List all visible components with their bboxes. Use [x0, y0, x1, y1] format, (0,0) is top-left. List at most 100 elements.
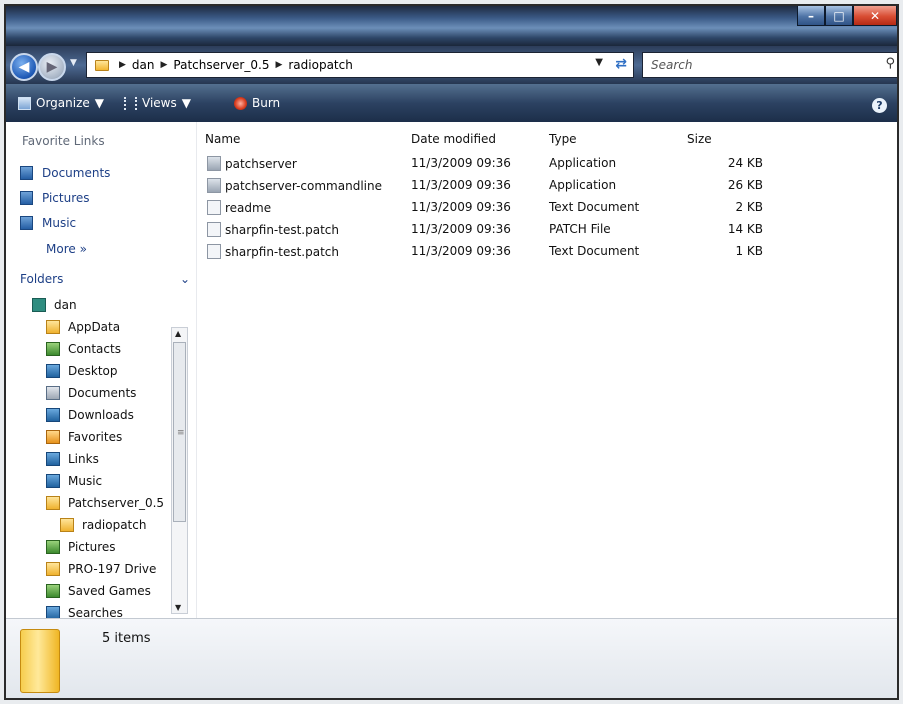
user-folder-icon — [32, 298, 46, 312]
file-name-cell: readme — [207, 200, 271, 215]
favorite-link-music[interactable]: Music — [20, 216, 76, 230]
tree-item-dan[interactable]: dan — [32, 298, 77, 312]
double-chevron-icon: » — [79, 242, 87, 256]
search-icon[interactable]: ⚲ — [885, 56, 895, 71]
refresh-icon[interactable]: ⇄ — [615, 56, 627, 72]
tree-label: Documents — [68, 386, 137, 400]
tree-item-favorites[interactable]: Favorites — [46, 430, 122, 444]
address-row: ◀ ▶ ▼ ▶ dan ▶ Patchserver_0.5 ▶ radiopat… — [6, 46, 897, 84]
file-name: readme — [225, 201, 272, 215]
favorite-link-label: Music — [42, 216, 77, 230]
tree-item-music[interactable]: Music — [46, 474, 102, 488]
tree-label: Favorites — [68, 430, 123, 444]
file-date: 11/3/2009 09:36 — [411, 178, 511, 192]
address-dropdown-icon[interactable]: ▼ — [595, 57, 603, 68]
document-icon — [207, 200, 221, 215]
tree-item-contacts[interactable]: Contacts — [46, 342, 121, 356]
views-button[interactable]: Views ▼ — [124, 96, 191, 110]
file-type: Application — [549, 178, 617, 192]
document-icon — [207, 244, 221, 259]
file-type: PATCH File — [549, 222, 611, 236]
burn-label: Burn — [252, 96, 281, 110]
file-name-cell: patchserver — [207, 156, 297, 171]
column-header-name[interactable]: Name — [205, 132, 240, 146]
breadcrumb-dan[interactable]: dan — [132, 58, 155, 72]
maximize-button[interactable]: □ — [825, 6, 853, 26]
column-header-date-modified[interactable]: Date modified — [411, 132, 496, 146]
item-count: 5 items — [102, 631, 151, 646]
tree-item-downloads[interactable]: Downloads — [46, 408, 134, 422]
organize-button[interactable]: Organize ▼ — [18, 96, 104, 110]
tree-label: Links — [68, 452, 99, 466]
pictures-icon — [46, 540, 60, 554]
pictures-icon — [20, 191, 33, 205]
tree-label: dan — [54, 298, 77, 312]
tree-item-patchserver[interactable]: Patchserver_0.5 — [46, 496, 170, 510]
favorite-link-documents[interactable]: Documents — [20, 166, 110, 180]
documents-icon — [20, 166, 33, 180]
file-row[interactable]: patchserver 11/3/2009 09:36 Application … — [197, 152, 797, 174]
tree-item-saved-games[interactable]: Saved Games — [46, 584, 151, 598]
back-button[interactable]: ◀ — [10, 53, 38, 81]
tree-item-radiopatch[interactable]: radiopatch — [60, 518, 146, 532]
file-row[interactable]: patchserver-commandline 11/3/2009 09:36 … — [197, 174, 797, 196]
scrollbar-thumb[interactable]: ≡ — [173, 342, 186, 522]
tree-label: radiopatch — [82, 518, 147, 532]
recent-pages-dropdown-icon[interactable]: ▼ — [70, 58, 77, 68]
favorites-star-icon — [46, 430, 60, 444]
title-bar[interactable]: – □ ✕ — [6, 6, 897, 46]
folder-icon — [46, 562, 60, 576]
scroll-up-icon[interactable]: ▲ — [175, 329, 181, 338]
column-header-size[interactable]: Size — [687, 132, 712, 146]
folders-label: Folders — [20, 272, 64, 286]
help-icon[interactable]: ? — [872, 98, 887, 113]
scroll-down-icon[interactable]: ▼ — [175, 603, 181, 612]
minimize-button[interactable]: – — [797, 6, 825, 26]
file-row[interactable]: sharpfin-test.patch 11/3/2009 09:36 PATC… — [197, 218, 797, 240]
views-icon — [124, 96, 137, 110]
burn-button[interactable]: Burn — [234, 96, 280, 110]
tree-item-links[interactable]: Links — [46, 452, 99, 466]
views-label: Views — [142, 96, 177, 110]
tree-label: Downloads — [68, 408, 134, 422]
tree-item-desktop[interactable]: Desktop — [46, 364, 118, 378]
folder-tree-scrollbar[interactable]: ▲ ≡ ▼ — [171, 327, 188, 614]
breadcrumb-patchserver[interactable]: Patchserver_0.5 — [173, 58, 269, 72]
file-size: 1 KB — [735, 244, 763, 258]
tree-label: Desktop — [68, 364, 118, 378]
details-pane: 5 items — [6, 618, 897, 698]
tree-item-pictures[interactable]: Pictures — [46, 540, 116, 554]
file-date: 11/3/2009 09:36 — [411, 222, 511, 236]
explorer-window: – □ ✕ ◀ ▶ ▼ ▶ dan ▶ Patchserver_0.5 ▶ ra… — [4, 4, 899, 700]
file-row[interactable]: readme 11/3/2009 09:36 Text Document 2 K… — [197, 196, 797, 218]
address-bar[interactable]: ▶ dan ▶ Patchserver_0.5 ▶ radiopatch ▼ ⇄ — [86, 52, 634, 78]
more-links-button[interactable]: More » — [46, 242, 87, 256]
links-icon — [46, 452, 60, 466]
tree-item-pro-197-drive[interactable]: PRO-197 Drive — [46, 562, 156, 576]
tree-label: PRO-197 Drive — [68, 562, 157, 576]
favorite-link-label: Documents — [42, 166, 111, 180]
document-icon — [207, 222, 221, 237]
tree-item-appdata[interactable]: AppData — [46, 320, 120, 334]
file-name: patchserver-commandline — [225, 179, 382, 193]
file-name: sharpfin-test.patch — [225, 245, 339, 259]
chevron-right-icon[interactable]: ▶ — [161, 60, 168, 70]
close-button[interactable]: ✕ — [853, 6, 897, 26]
forward-button[interactable]: ▶ — [38, 53, 66, 81]
tree-item-documents[interactable]: Documents — [46, 386, 136, 400]
file-name-cell: sharpfin-test.patch — [207, 222, 339, 237]
saved-games-icon — [46, 584, 60, 598]
organize-label: Organize — [36, 96, 90, 110]
file-row[interactable]: sharpfin-test.patch 11/3/2009 09:36 Text… — [197, 240, 797, 262]
burn-disc-icon — [234, 96, 247, 110]
chevron-right-icon[interactable]: ▶ — [275, 60, 282, 70]
file-name-cell: patchserver-commandline — [207, 178, 382, 193]
search-input[interactable]: Search ⚲ — [642, 52, 897, 78]
chevron-right-icon[interactable]: ▶ — [119, 60, 126, 70]
column-header-type[interactable]: Type — [549, 132, 577, 146]
folders-header[interactable]: Folders ⌄ — [20, 272, 190, 286]
command-bar: Organize ▼ Views ▼ Burn ? — [6, 84, 897, 122]
breadcrumb-radiopatch[interactable]: radiopatch — [288, 58, 352, 72]
contacts-icon — [46, 342, 60, 356]
favorite-link-pictures[interactable]: Pictures — [20, 191, 90, 205]
